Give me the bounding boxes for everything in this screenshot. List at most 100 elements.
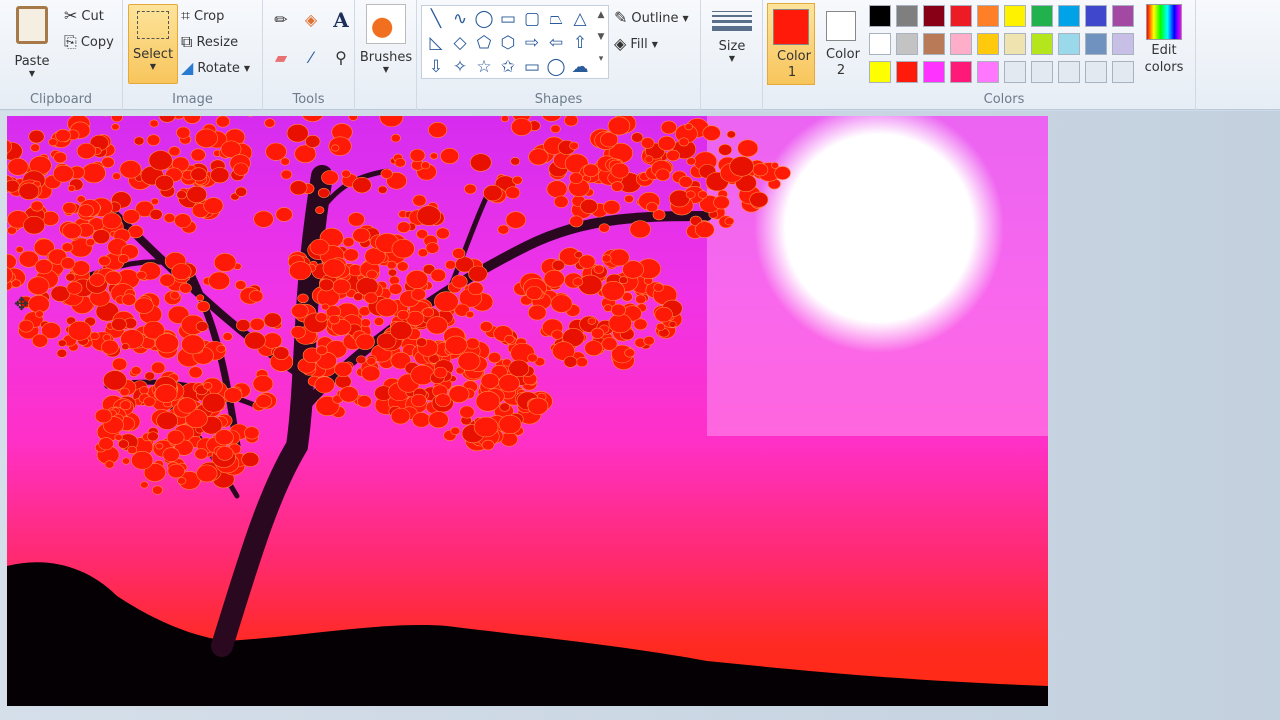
leaf-blob — [452, 247, 466, 259]
cut-button[interactable]: ✂ Cut — [64, 6, 104, 26]
leaf-blob — [428, 411, 449, 429]
leaf-blob — [85, 238, 96, 247]
brushes-group[interactable]: Brushes ▼ — [355, 0, 417, 110]
color1-button[interactable]: Color 1 — [767, 3, 815, 85]
palette-swatch[interactable] — [1085, 33, 1107, 55]
color-picker-icon[interactable]: ⁄ — [299, 48, 323, 68]
palette-swatch[interactable] — [1058, 5, 1080, 27]
shape-tool[interactable]: ⇨ — [520, 31, 544, 55]
shape-tool[interactable]: ▭ — [496, 7, 520, 31]
tools-label: Tools — [292, 92, 325, 107]
palette-swatch[interactable] — [977, 5, 999, 27]
eraser-icon[interactable]: ▰ — [269, 48, 293, 68]
shape-tool[interactable]: ⬡ — [496, 31, 520, 55]
leaf-blob — [429, 152, 439, 160]
size-group[interactable]: Size ▼ — [701, 0, 763, 110]
palette-swatch[interactable] — [950, 5, 972, 27]
palette-swatch[interactable] — [1112, 61, 1134, 83]
palette-swatch[interactable] — [869, 61, 891, 83]
palette-swatch[interactable] — [923, 5, 945, 27]
palette-swatch[interactable] — [1004, 61, 1026, 83]
palette-swatch[interactable] — [977, 33, 999, 55]
leaf-blob — [252, 375, 274, 393]
edit-colors-button[interactable]: Edit colors — [1142, 4, 1186, 76]
palette-swatch[interactable] — [1004, 5, 1026, 27]
palette-swatch[interactable] — [977, 61, 999, 83]
palette-swatch[interactable] — [1085, 5, 1107, 27]
shape-tool[interactable]: ⬠ — [472, 31, 496, 55]
leaf-blob — [473, 416, 499, 438]
leaf-blob — [396, 221, 411, 233]
palette-swatch[interactable] — [1004, 33, 1026, 55]
rotate-button[interactable]: ◢ Rotate ▼ — [181, 58, 250, 78]
shape-tool[interactable]: ◯ — [472, 7, 496, 31]
palette-swatch[interactable] — [896, 61, 918, 83]
outline-button[interactable]: ✎ Outline ▼ — [614, 8, 689, 28]
painting — [7, 116, 1048, 706]
shape-tool[interactable]: ⏢ — [544, 7, 568, 31]
rainbow-icon — [1146, 4, 1182, 40]
paste-button[interactable]: Paste ▼ — [8, 6, 56, 78]
palette-swatch[interactable] — [1112, 5, 1134, 27]
pencil-icon[interactable]: ✏ — [269, 10, 293, 30]
leaf-blob — [697, 190, 708, 199]
resize-button[interactable]: ⧉ Resize — [181, 32, 238, 52]
shape-tool[interactable]: ✩ — [496, 55, 520, 79]
leaf-blob — [355, 333, 375, 350]
palette-swatch[interactable] — [923, 33, 945, 55]
palette-swatch[interactable] — [950, 61, 972, 83]
leaf-blob — [119, 387, 130, 397]
shape-tool[interactable]: ◇ — [448, 31, 472, 55]
fill-button[interactable]: ◈ Fill ▼ — [614, 34, 658, 54]
shape-tool[interactable]: ◯ — [544, 55, 568, 79]
shape-tool[interactable]: ◺ — [424, 31, 448, 55]
leaf-blob — [569, 172, 584, 184]
shape-tool[interactable]: ⇩ — [424, 55, 448, 79]
shape-tool[interactable]: ☁ — [568, 55, 592, 79]
palette-swatch[interactable] — [1058, 33, 1080, 55]
shape-tool[interactable]: ☆ — [472, 55, 496, 79]
copy-button[interactable]: ⎘ Copy — [64, 32, 114, 52]
rotate-icon: ◢ — [181, 58, 194, 77]
palette-swatch[interactable] — [896, 33, 918, 55]
leaf-blob — [119, 160, 142, 179]
palette-swatch[interactable] — [1058, 61, 1080, 83]
palette-swatch[interactable] — [1112, 33, 1134, 55]
shape-tool[interactable]: △ — [568, 7, 592, 31]
palette-swatch[interactable] — [869, 33, 891, 55]
leaf-blob — [319, 278, 334, 292]
leaf-blob — [480, 373, 500, 389]
palette-swatch[interactable] — [1031, 33, 1053, 55]
shape-tool[interactable]: ⇦ — [544, 31, 568, 55]
leaf-blob — [35, 310, 44, 318]
leaf-blob — [262, 332, 283, 349]
gallery-scroll-2[interactable]: ▾ — [594, 54, 608, 64]
palette-swatch[interactable] — [923, 61, 945, 83]
gallery-scroll-0[interactable]: ▲ — [594, 10, 608, 20]
crop-button[interactable]: ⌗ Crop — [181, 6, 224, 26]
size-button[interactable]: Size ▼ — [707, 8, 757, 63]
shape-tool[interactable]: ╲ — [424, 7, 448, 31]
select-button[interactable]: Select ▼ — [128, 4, 178, 84]
fill-icon[interactable]: ◈ — [299, 10, 323, 30]
shape-tool[interactable]: ▢ — [520, 7, 544, 31]
palette-swatch[interactable] — [950, 33, 972, 55]
shape-tool[interactable]: ▭ — [520, 55, 544, 79]
brushes-button[interactable]: Brushes ▼ — [359, 4, 413, 74]
palette-swatch[interactable] — [896, 5, 918, 27]
text-icon[interactable]: A — [329, 10, 353, 30]
palette-swatch[interactable] — [1085, 61, 1107, 83]
leaf-blob — [186, 185, 208, 204]
magnifier-icon[interactable]: ⚲ — [329, 48, 353, 68]
gallery-scroll-1[interactable]: ▼ — [594, 32, 608, 42]
palette-swatch[interactable] — [869, 5, 891, 27]
shape-tool[interactable]: ∿ — [448, 7, 472, 31]
leaf-blob — [263, 312, 282, 328]
palette-swatch[interactable] — [1031, 61, 1053, 83]
palette-swatch[interactable] — [1031, 5, 1053, 27]
shape-tool[interactable]: ✧ — [448, 55, 472, 79]
shape-tool[interactable]: ⇧ — [568, 31, 592, 55]
leaf-blob — [244, 331, 266, 350]
color2-button[interactable]: Color 2 — [818, 3, 864, 85]
drawing-canvas[interactable]: ✥ — [7, 116, 1048, 706]
